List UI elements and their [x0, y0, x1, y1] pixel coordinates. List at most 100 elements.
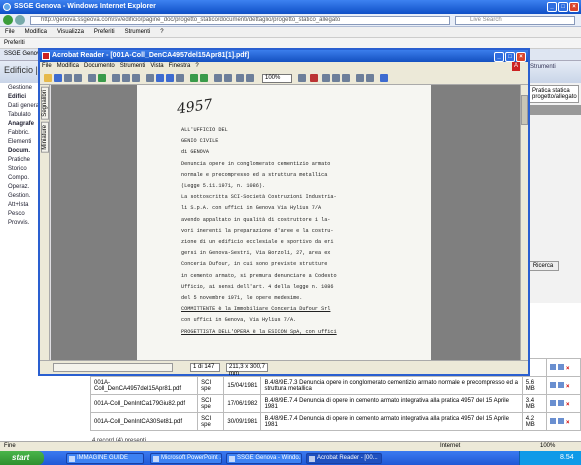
table-row[interactable]: 001A-Coll_DenCA4957del15Apr81.pdf SCI spe… — [89, 376, 581, 395]
table-row[interactable]: 001A-Coll_DenIntCA30Set81.pdf SCI spe 30/0… — [89, 412, 581, 431]
app-tools-menu[interactable]: Strumenti — [527, 61, 581, 83]
single-page-icon[interactable] — [322, 74, 330, 82]
zoom-in-icon[interactable] — [214, 74, 222, 82]
delete-icon[interactable]: × — [566, 384, 570, 390]
document-viewport[interactable]: 4957 ALL'UFFICIO DEL GENIO CIVILE di GENOV… — [51, 85, 523, 360]
maximize-button[interactable]: □ — [558, 2, 568, 12]
acrobat-menu-item[interactable]: Strumenti — [120, 63, 146, 69]
continuous-icon[interactable] — [332, 74, 340, 82]
search-button[interactable]: Ricerca — [527, 261, 559, 271]
search-input[interactable]: Live Search — [455, 16, 575, 25]
delete-icon[interactable]: × — [566, 402, 570, 408]
url-input[interactable]: http://genova.ssgeova.com/sv/edificio/pa… — [30, 16, 450, 25]
facing-icon[interactable] — [342, 74, 350, 82]
fit-page-icon[interactable] — [246, 74, 254, 82]
sidebar-tree-item[interactable]: Anagrafe — [0, 119, 42, 128]
zoom-select[interactable]: 100% — [262, 74, 292, 83]
edit-icon[interactable] — [550, 417, 556, 424]
sidebar-tree-item[interactable]: Gestione — [0, 83, 42, 92]
acrobat-menu-item[interactable]: Vista — [150, 63, 163, 69]
sidebar-tree-item[interactable]: Tabulato — [0, 110, 42, 119]
rotate-right-icon[interactable] — [366, 74, 374, 82]
cell-file[interactable]: 001A-Coll_DenCA4957del15Apr81.pdf — [89, 376, 199, 395]
rotate-icon[interactable] — [298, 74, 306, 82]
back-arrow-icon[interactable] — [3, 15, 13, 25]
tab-bookmarks[interactable]: Segnalibri — [41, 87, 49, 120]
delete-icon[interactable]: × — [566, 366, 570, 372]
delete-icon[interactable]: × — [566, 420, 570, 426]
ie-menu-item[interactable]: Modifica — [20, 27, 52, 37]
download-icon[interactable] — [558, 399, 564, 406]
sidebar-tree-item[interactable]: Elementi — [0, 137, 42, 146]
print-icon[interactable] — [64, 74, 72, 82]
zoom-out-icon[interactable] — [224, 74, 232, 82]
sidebar-tree-item[interactable]: Storico — [0, 164, 42, 173]
acrobat-maximize-button[interactable]: □ — [505, 52, 515, 62]
taskbar-button[interactable]: Microsoft PowerPoint ... — [150, 453, 222, 464]
ie-menu-item[interactable]: Strumenti — [120, 27, 156, 37]
close-button[interactable]: × — [569, 2, 579, 12]
forward-view-icon[interactable] — [200, 74, 208, 82]
sidebar-tree-item[interactable]: Att+Ista — [0, 200, 42, 209]
acrobat-menu-item[interactable]: Finestra — [169, 63, 191, 69]
sidebar-tree-item[interactable]: Fabbric. — [0, 128, 42, 137]
back-view-icon[interactable] — [190, 74, 198, 82]
search-doc-icon[interactable] — [88, 74, 96, 82]
sidebar-tree-item[interactable]: Edifici — [0, 92, 42, 101]
sidebar-tree-item[interactable]: Compo. — [0, 173, 42, 182]
sidebar-tree-item[interactable]: Provvis. — [0, 218, 42, 227]
download-icon[interactable] — [558, 417, 564, 424]
scrollbar-thumb[interactable] — [521, 95, 528, 125]
acrobat-minimize-button[interactable]: _ — [494, 52, 504, 62]
ie-menu-item[interactable]: Preferiti — [89, 27, 120, 37]
vertical-scrollbar[interactable] — [520, 85, 528, 360]
taskbar-button[interactable]: Acrobat Reader - [00... — [306, 453, 382, 464]
download-icon[interactable] — [558, 363, 564, 370]
minimize-button[interactable]: _ — [547, 2, 557, 12]
acrobat-menu-item[interactable]: ? — [195, 63, 198, 69]
acrobat-menu-item[interactable]: File — [42, 63, 52, 69]
open-folder-icon[interactable] — [44, 74, 52, 82]
edit-icon[interactable] — [550, 381, 556, 388]
last-page-icon[interactable] — [176, 74, 184, 82]
snapshot-icon[interactable] — [132, 74, 140, 82]
sidebar-tree-item[interactable]: Gestion. — [0, 191, 42, 200]
start-button[interactable]: start — [0, 451, 44, 465]
page-number-field[interactable]: 1 di 147 — [190, 363, 220, 372]
sidebar-tree-item[interactable]: Dati generali — [0, 101, 42, 110]
horizontal-scrollbar[interactable] — [53, 363, 173, 372]
sidebar-tree-item[interactable]: Docum. — [0, 146, 42, 155]
ie-menu-item[interactable]: Visualizza — [52, 27, 89, 37]
save-icon[interactable] — [54, 74, 62, 82]
table-row[interactable]: 001A-Coll_DenIntCa179Giu82.pdf SCI spe 17/… — [89, 394, 581, 413]
download-icon[interactable] — [558, 381, 564, 388]
ie-menu-item[interactable]: File — [0, 27, 20, 37]
select-text-icon[interactable] — [122, 74, 130, 82]
favorites-button[interactable]: Preferiti — [4, 40, 25, 46]
next-page-icon[interactable] — [166, 74, 174, 82]
hand-tool-icon[interactable] — [112, 74, 120, 82]
cell-file[interactable]: 001A-Coll_DenIntCa179Giu82.pdf — [89, 394, 199, 413]
taskbar-button[interactable]: IMMAGINE GUIDE — [66, 453, 144, 464]
help-icon[interactable] — [380, 74, 388, 82]
sidebar-tree-item[interactable]: Operaz. — [0, 182, 42, 191]
binoculars-icon[interactable] — [98, 74, 106, 82]
edit-icon[interactable] — [550, 363, 556, 370]
taskbar-button[interactable]: SSGE Genova - Windo... — [226, 453, 302, 464]
acrobat-close-button[interactable]: × — [516, 52, 526, 62]
ie-menu-item[interactable]: ? — [155, 27, 168, 37]
forward-arrow-icon[interactable] — [15, 15, 25, 25]
sidebar-tree-item[interactable]: Pratiche — [0, 155, 42, 164]
tab-thumbnails[interactable]: Miniature — [41, 121, 49, 153]
cell-file[interactable]: 001A-Coll_DenIntCA30Set81.pdf — [89, 412, 199, 431]
edit-icon[interactable] — [550, 399, 556, 406]
reflow-icon[interactable] — [310, 74, 318, 82]
prev-page-icon[interactable] — [156, 74, 164, 82]
sidebar-tree-item[interactable]: Pesco — [0, 209, 42, 218]
rotate-left-icon[interactable] — [356, 74, 364, 82]
page-zoom[interactable]: 100% — [540, 443, 555, 449]
actual-size-icon[interactable] — [236, 74, 244, 82]
first-page-icon[interactable] — [146, 74, 154, 82]
acrobat-menu-item[interactable]: Documento — [84, 63, 115, 69]
email-icon[interactable] — [74, 74, 82, 82]
